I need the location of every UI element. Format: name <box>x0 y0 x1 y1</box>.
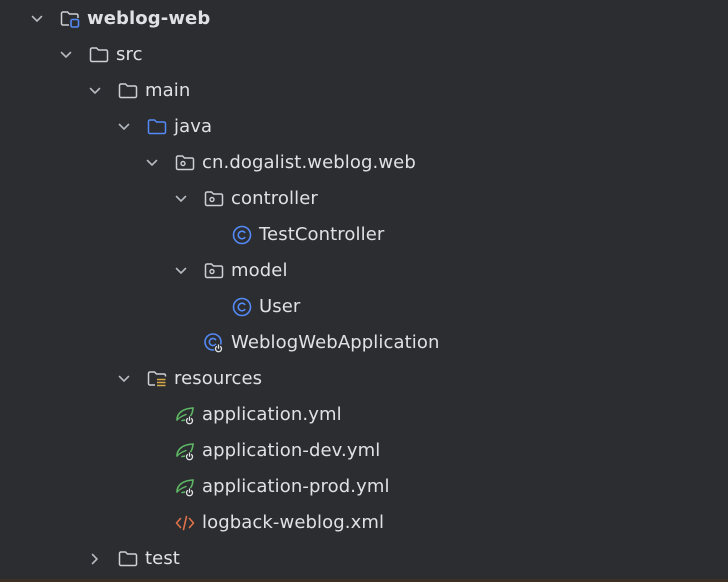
tree-node-label: controller <box>231 188 318 209</box>
spring-config-icon <box>174 476 196 498</box>
chevron-down-icon[interactable] <box>59 48 73 62</box>
tree-node-label: test <box>145 548 180 569</box>
tree-node-label: src <box>116 44 143 65</box>
tree-node-java[interactable]: java <box>0 109 728 145</box>
folder-icon <box>117 548 139 570</box>
tree-node-model[interactable]: model <box>0 253 728 289</box>
tree-node-src[interactable]: src <box>0 37 728 73</box>
chevron-down-icon[interactable] <box>30 12 44 26</box>
chevron-down-icon[interactable] <box>88 84 102 98</box>
package-icon <box>203 260 225 282</box>
folder-icon <box>117 80 139 102</box>
tree-node-label: weblog-web <box>87 8 211 29</box>
tree-node-label: logback-weblog.xml <box>202 512 385 533</box>
tree-node-label: TestController <box>259 224 385 245</box>
tree-node-label: application.yml <box>202 404 342 425</box>
source-root-folder-icon <box>146 116 168 138</box>
tree-node-label: User <box>259 296 301 317</box>
tree-node-label: application-dev.yml <box>202 440 381 461</box>
tree-node-weblog-web-application[interactable]: WeblogWebApplication <box>0 325 728 361</box>
package-icon <box>203 188 225 210</box>
chevron-down-icon[interactable] <box>145 156 159 170</box>
tree-node-user[interactable]: User <box>0 289 728 325</box>
tree-node-weblog-web[interactable]: weblog-web <box>0 1 728 37</box>
project-tree: weblog-web src main java cn.dogalist.web… <box>0 0 728 582</box>
tree-node-label: resources <box>174 368 263 389</box>
class-icon <box>231 224 253 246</box>
tree-node-label: WeblogWebApplication <box>231 332 440 353</box>
tree-node-application-prod-yml[interactable]: application-prod.yml <box>0 469 728 505</box>
tree-node-label: java <box>174 116 213 137</box>
spring-config-icon <box>174 404 196 426</box>
tree-node-label: application-prod.yml <box>202 476 390 497</box>
tree-node-main[interactable]: main <box>0 73 728 109</box>
chevron-right-icon[interactable] <box>88 552 102 566</box>
chevron-down-icon[interactable] <box>174 264 188 278</box>
chevron-down-icon[interactable] <box>117 372 131 386</box>
tree-node-application-dev-yml[interactable]: application-dev.yml <box>0 433 728 469</box>
tree-node-test-controller[interactable]: TestController <box>0 217 728 253</box>
tree-node-controller[interactable]: controller <box>0 181 728 217</box>
spring-boot-class-icon <box>203 332 225 354</box>
tree-node-test[interactable]: test <box>0 541 728 577</box>
package-icon <box>174 152 196 174</box>
spring-config-icon <box>174 440 196 462</box>
tree-node-logback-weblog-xml[interactable]: logback-weblog.xml <box>0 505 728 541</box>
class-icon <box>231 296 253 318</box>
chevron-down-icon[interactable] <box>174 192 188 206</box>
folder-icon <box>88 44 110 66</box>
tree-node-label: model <box>231 260 288 281</box>
tree-node-label: cn.dogalist.weblog.web <box>202 152 416 173</box>
tree-node-resources[interactable]: resources <box>0 361 728 397</box>
tree-node-package[interactable]: cn.dogalist.weblog.web <box>0 145 728 181</box>
chevron-down-icon[interactable] <box>117 120 131 134</box>
resources-root-icon <box>146 368 168 390</box>
module-folder-icon <box>59 8 81 30</box>
xml-file-icon <box>174 512 196 534</box>
tree-node-application-yml[interactable]: application.yml <box>0 397 728 433</box>
tree-node-label: main <box>145 80 191 101</box>
